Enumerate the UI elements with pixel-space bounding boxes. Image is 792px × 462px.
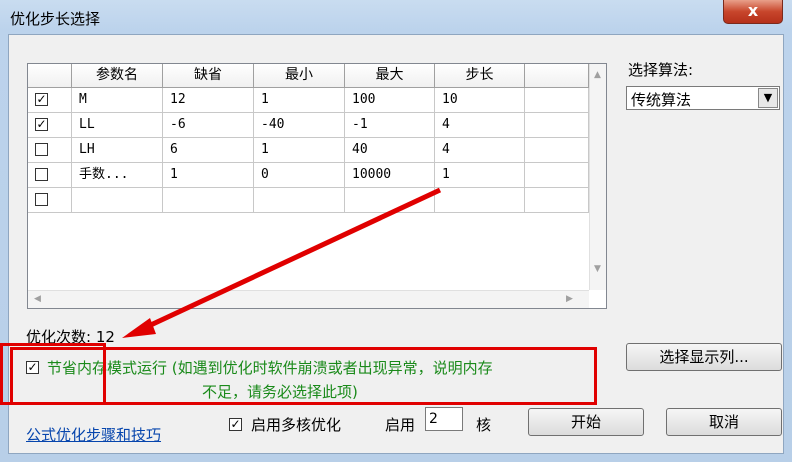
dialog-window: 优化步长选择 x 参数名 缺省 最小 最大 步长 ✓ M 12 1 100 10…	[0, 0, 792, 462]
annotation-arrow-head	[122, 318, 156, 338]
annotation-arrows	[122, 187, 442, 338]
annotation-arrow-line	[138, 187, 442, 333]
